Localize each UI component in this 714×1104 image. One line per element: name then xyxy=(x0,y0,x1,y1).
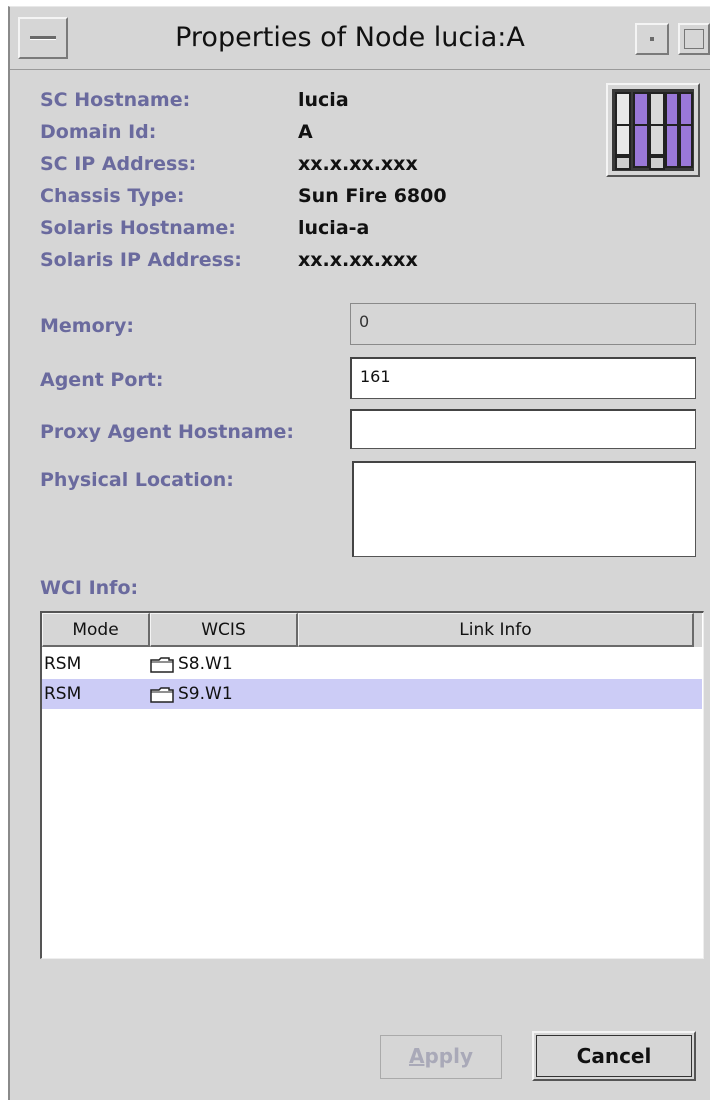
row-wcis: S9.W1 xyxy=(178,684,233,704)
solaris-hostname-label: Solaris Hostname: xyxy=(40,217,236,239)
apply-mnemonic: A xyxy=(408,1044,425,1068)
sc-hostname-value: lucia xyxy=(298,89,349,111)
window-title: Properties of Node lucia:A xyxy=(175,22,525,53)
column-header-wcis[interactable]: WCIS xyxy=(150,613,298,647)
row-mode: RSM xyxy=(44,654,82,674)
solaris-hostname-value: lucia-a xyxy=(298,217,370,239)
proxy-agent-hostname-field[interactable] xyxy=(350,409,696,449)
chassis-type-label: Chassis Type: xyxy=(40,185,185,207)
agent-port-field[interactable]: 161 xyxy=(350,357,696,399)
agent-port-label: Agent Port: xyxy=(40,369,164,391)
domain-id-value: A xyxy=(298,121,313,143)
properties-dialog: Properties of Node lucia:A SC Hostname: … xyxy=(8,6,710,1100)
proxy-agent-hostname-label: Proxy Agent Hostname: xyxy=(40,421,294,443)
column-header-link-info[interactable]: Link Info xyxy=(298,613,694,647)
physical-location-field[interactable] xyxy=(352,461,696,557)
maximize-button[interactable] xyxy=(678,23,710,55)
memory-field: 0 xyxy=(350,303,696,345)
column-header-mode[interactable]: Mode xyxy=(42,613,150,647)
node-chassis-icon xyxy=(606,83,700,177)
chassis-type-value: Sun Fire 6800 xyxy=(298,185,447,207)
window-menu-icon xyxy=(30,36,56,40)
wci-table-header: Mode WCIS Link Info xyxy=(42,613,702,647)
sc-ip-value: xx.x.xx.xxx xyxy=(298,153,418,175)
solaris-ip-value: xx.x.xx.xxx xyxy=(298,249,418,271)
table-row-selected[interactable]: RSM S9.W1 xyxy=(42,679,702,709)
window-menu-button[interactable] xyxy=(18,17,68,59)
minimize-icon xyxy=(650,37,654,41)
cancel-button[interactable]: Cancel xyxy=(532,1031,696,1081)
wci-table[interactable]: Mode WCIS Link Info RSM S8.W1 RSM S9.W1 xyxy=(40,611,704,959)
title-bar[interactable]: Properties of Node lucia:A xyxy=(10,7,710,70)
solaris-ip-label: Solaris IP Address: xyxy=(40,249,242,271)
row-wcis: S8.W1 xyxy=(178,654,233,674)
wci-info-label: WCI Info: xyxy=(40,577,139,599)
row-mode: RSM xyxy=(44,684,82,704)
maximize-icon xyxy=(684,29,704,49)
physical-location-label: Physical Location: xyxy=(40,469,234,491)
folder-icon xyxy=(150,687,174,703)
folder-icon xyxy=(150,657,174,673)
table-row[interactable]: RSM S8.W1 xyxy=(42,649,702,679)
memory-label: Memory: xyxy=(40,315,134,337)
sc-ip-label: SC IP Address: xyxy=(40,153,197,175)
minimize-button[interactable] xyxy=(635,23,669,55)
sc-hostname-label: SC Hostname: xyxy=(40,89,191,111)
domain-id-label: Domain Id: xyxy=(40,121,157,143)
apply-button[interactable]: Apply xyxy=(380,1035,502,1079)
apply-label: pply xyxy=(424,1044,473,1068)
